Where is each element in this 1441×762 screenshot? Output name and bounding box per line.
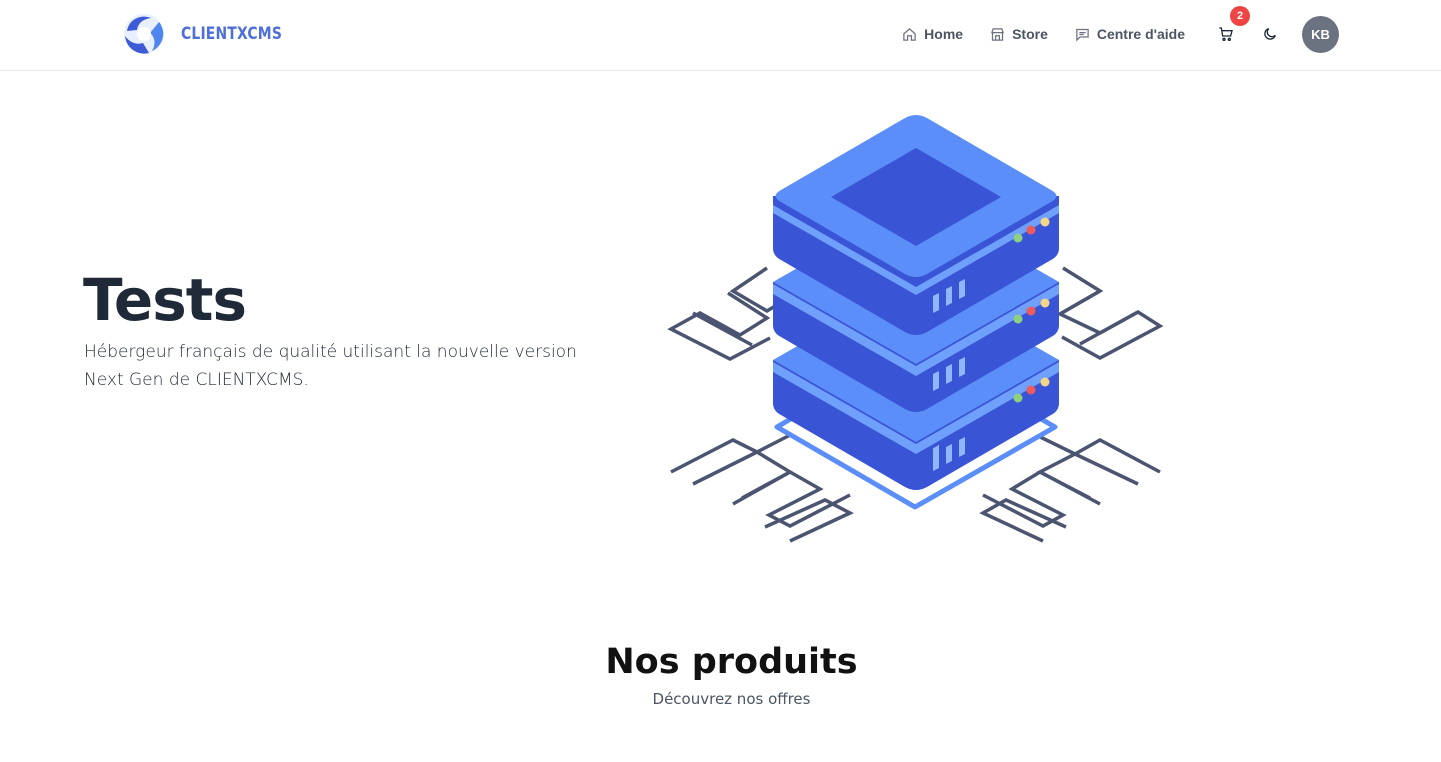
cart-count-badge: 2 [1230, 6, 1250, 26]
cart-icon [1219, 27, 1233, 41]
main-nav: Home Store Centre d'aide 2 KB [875, 6, 1339, 54]
chat-icon [1076, 28, 1089, 42]
nav-home-link[interactable]: Home [902, 26, 963, 42]
top-navbar: CLIENTXCMS Home Store Centre d'aide 2 KB [0, 0, 1441, 71]
brand-logo-link[interactable]: CLIENTXCMS [123, 13, 304, 55]
store-icon [991, 27, 1005, 41]
home-icon [903, 27, 916, 41]
cart-button[interactable]: 2 [1211, 6, 1250, 49]
nav-help-label: Centre d'aide [1096, 26, 1185, 42]
clientxcms-logo-icon [124, 14, 164, 54]
server-stack-illustration [667, 115, 1164, 543]
moon-icon [1264, 28, 1276, 40]
brand-name: CLIENTXCMS [181, 24, 283, 44]
nav-store-link[interactable]: Store [990, 26, 1048, 42]
user-avatar[interactable]: KB [1302, 15, 1339, 53]
hero-title: Tests [83, 266, 247, 334]
nav-help-link[interactable]: Centre d'aide [1075, 26, 1185, 42]
products-section-title: Nos produits [605, 642, 858, 682]
nav-store-label: Store [1012, 26, 1048, 42]
theme-toggle-button[interactable] [1255, 19, 1285, 49]
products-section-subtitle: Découvrez nos offres [652, 690, 811, 708]
hero-description: Hébergeur français de qualité utilisant … [84, 342, 577, 390]
nav-home-label: Home [924, 26, 964, 42]
